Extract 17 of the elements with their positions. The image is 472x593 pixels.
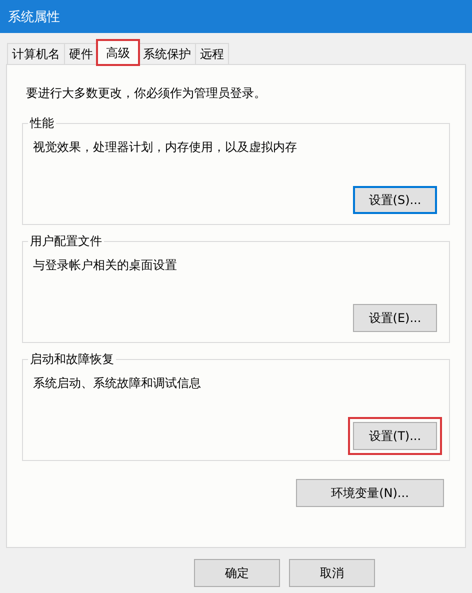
tab[interactable]: 高级 xyxy=(97,40,139,65)
environment-variables-button[interactable]: 环境变量(N)... xyxy=(296,479,444,507)
dialog-button[interactable]: 取消 xyxy=(289,559,375,587)
tab[interactable]: 计算机名 xyxy=(7,43,65,64)
group-description: 与登录帐户相关的桌面设置 xyxy=(33,257,178,274)
group-title: 用户配置文件 xyxy=(28,233,104,250)
tab[interactable]: 远程 xyxy=(195,43,229,64)
settings-button[interactable]: 设置(T)... xyxy=(353,422,437,450)
group-description: 系统启动、系统故障和调试信息 xyxy=(33,375,202,392)
group-description: 视觉效果，处理器计划，内存使用，以及虚拟内存 xyxy=(33,139,298,156)
settings-button[interactable]: 设置(S)... xyxy=(353,186,437,214)
group-title: 启动和故障恢复 xyxy=(28,351,116,368)
notice-text: 要进行大多数更改，你必须作为管理员登录。 xyxy=(26,85,267,102)
settings-button[interactable]: 设置(E)... xyxy=(353,304,437,332)
window-title: 系统属性 xyxy=(8,8,60,26)
dialog-button[interactable]: 确定 xyxy=(194,559,280,587)
group-title: 性能 xyxy=(28,115,56,132)
